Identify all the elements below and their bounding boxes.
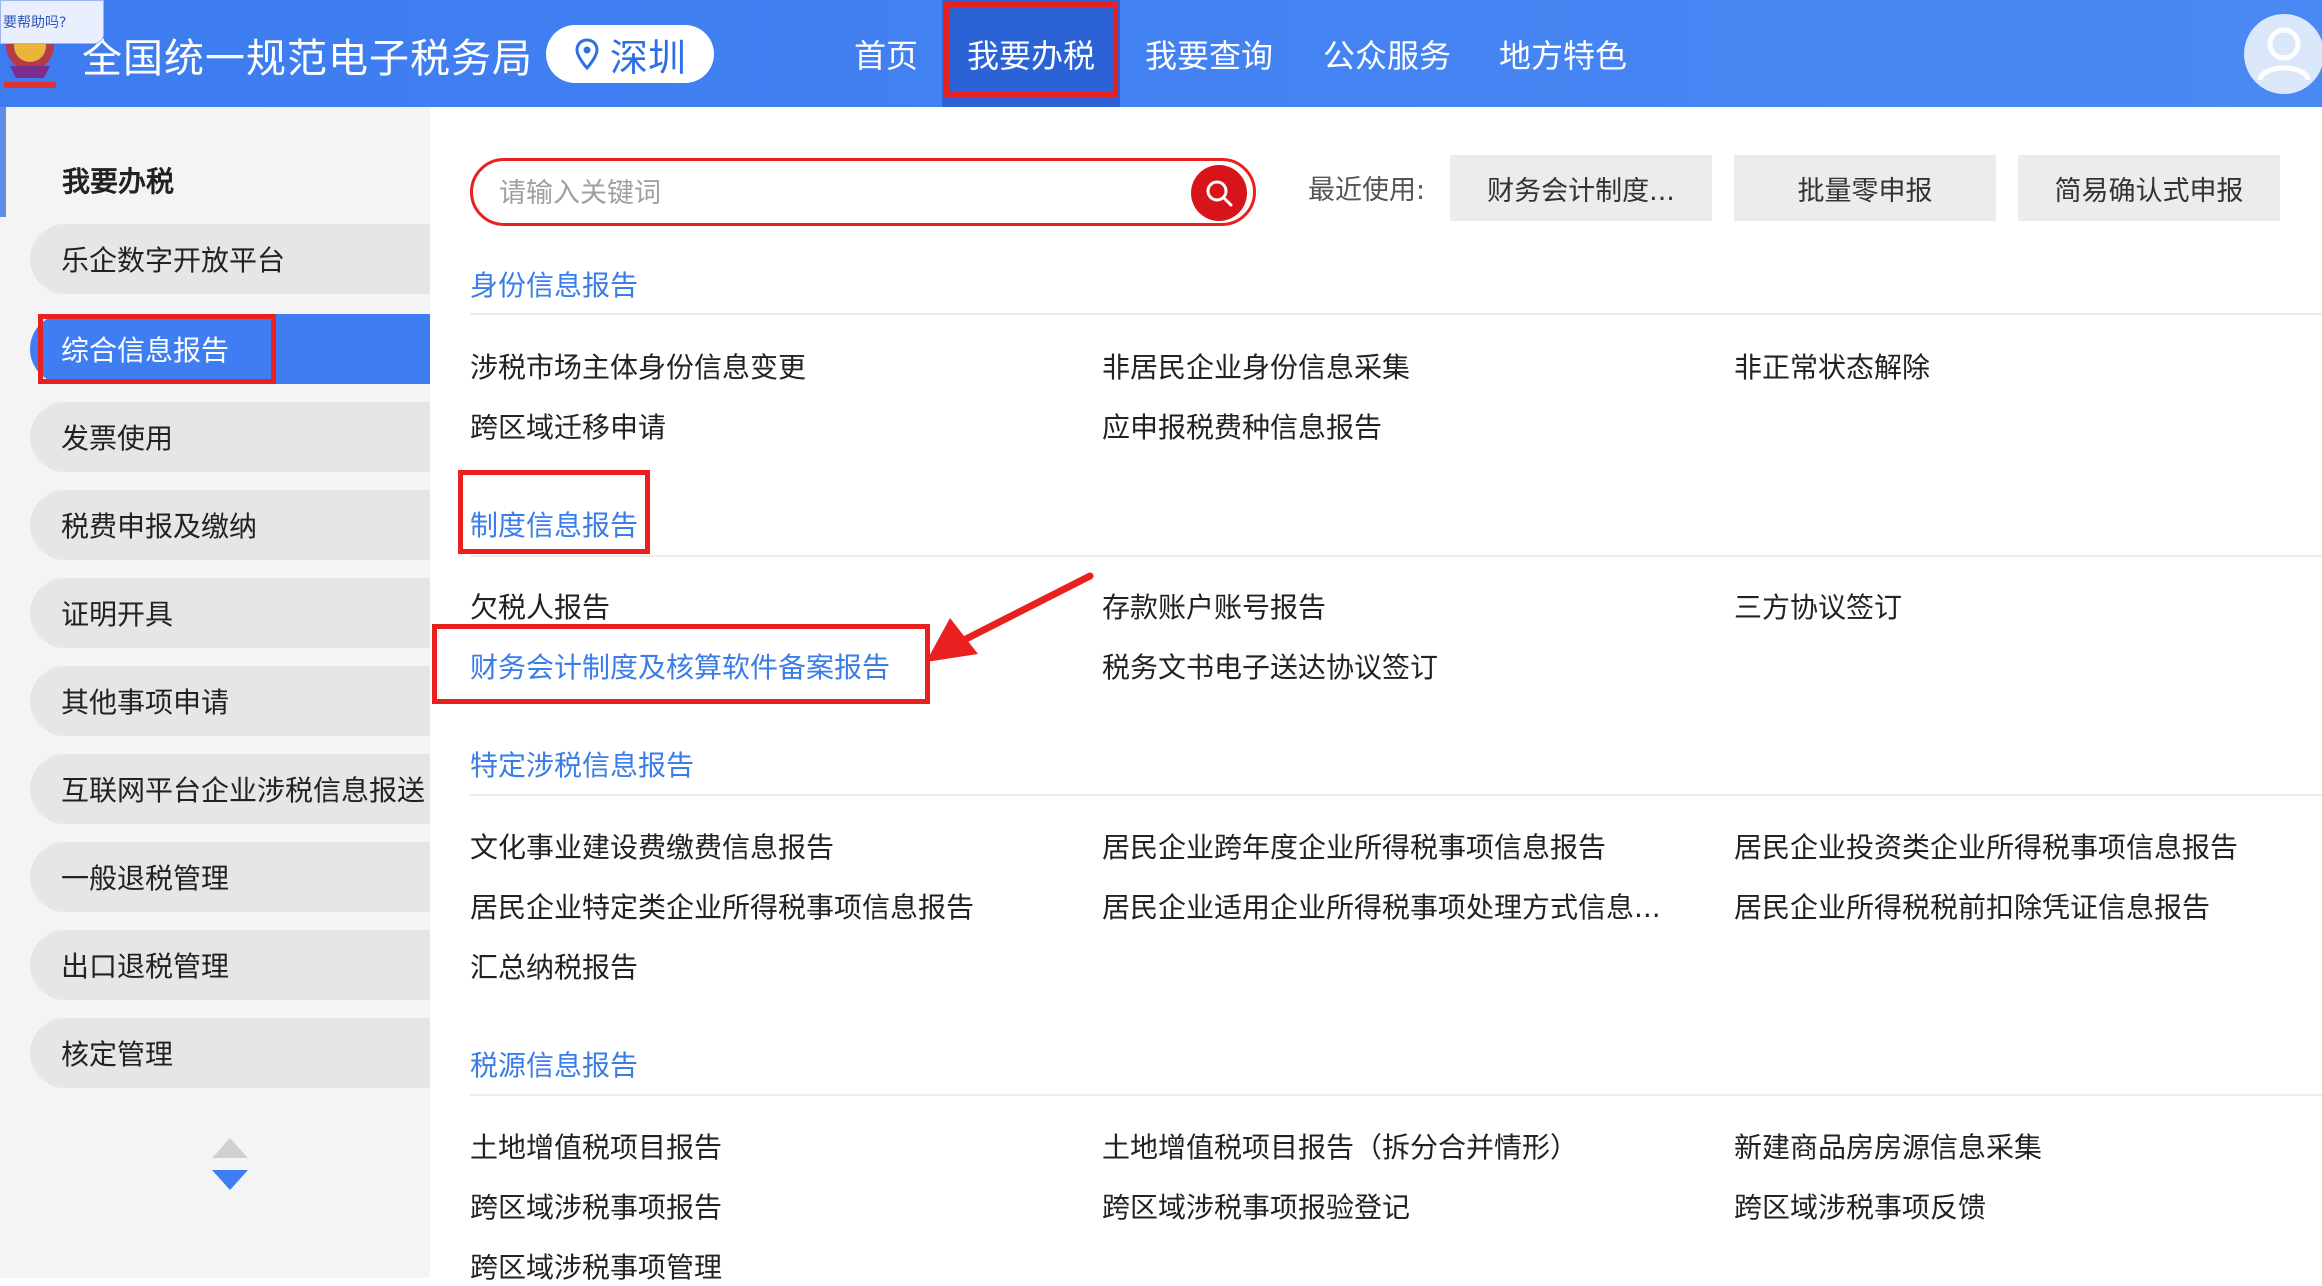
section-divider — [470, 555, 2322, 557]
sidebar-item-export-refund[interactable]: 出口退税管理 — [30, 930, 430, 1000]
link-pre-tax-deduction[interactable]: 居民企业所得税税前扣除凭证信息报告 — [1734, 886, 2210, 926]
sidebar-item-certificate[interactable]: 证明开具 — [30, 578, 430, 648]
link-cross-region-migration[interactable]: 跨区域迁移申请 — [470, 406, 666, 446]
location-pin-icon — [575, 38, 599, 70]
link-cross-year-income-tax[interactable]: 居民企业跨年度企业所得税事项信息报告 — [1102, 826, 1606, 866]
help-tooltip[interactable]: 要帮助吗? — [0, 0, 104, 44]
link-accounting-software-filing[interactable]: 财务会计制度及核算软件备案报告 — [470, 646, 890, 686]
link-tripartite-agreement[interactable]: 三方协议签订 — [1734, 586, 1902, 626]
sidebar-item-comprehensive-report[interactable]: 综合信息报告 — [30, 314, 430, 384]
link-abnormal-status-release[interactable]: 非正常状态解除 — [1734, 346, 1930, 386]
sidebar-edge-bar — [0, 107, 6, 217]
scroll-down-icon — [212, 1170, 248, 1190]
city-name: 深圳 — [609, 35, 686, 80]
search-input[interactable] — [497, 169, 1161, 217]
sidebar-item-other-applications[interactable]: 其他事项申请 — [30, 666, 430, 736]
link-tax-type-report[interactable]: 应申报税费种信息报告 — [1102, 406, 1382, 446]
link-specific-income-tax[interactable]: 居民企业特定类企业所得税事项信息报告 — [470, 886, 974, 926]
nav-local-features[interactable]: 地方特色 — [1488, 0, 1638, 107]
nav-query[interactable]: 我要查询 — [1134, 0, 1284, 107]
link-cross-region-report[interactable]: 跨区域涉税事项报告 — [470, 1186, 722, 1226]
recent-chip-batch-zero[interactable]: 批量零申报 — [1734, 155, 1996, 221]
user-avatar[interactable] — [2244, 14, 2322, 94]
user-icon — [2257, 27, 2311, 81]
search-button[interactable] — [1191, 165, 1247, 221]
section-divider — [470, 313, 2322, 315]
link-cross-region-register[interactable]: 跨区域涉税事项报验登记 — [1102, 1186, 1410, 1226]
link-cross-region-feedback[interactable]: 跨区域涉税事项反馈 — [1734, 1186, 1986, 1226]
sidebar-item-assessment[interactable]: 核定管理 — [30, 1018, 430, 1088]
nav-tax-handling-label: 我要办税 — [966, 36, 1095, 75]
section-divider — [470, 1094, 2322, 1096]
top-header: 全国统一规范电子税务局 深圳 首页 我要办税 我要查询 公众服务 地方特色 — [0, 0, 2322, 107]
sidebar-title: 我要办税 — [62, 165, 175, 198]
search-icon — [1206, 180, 1233, 207]
link-cross-region-management[interactable]: 跨区域涉税事项管理 — [470, 1246, 722, 1286]
city-selector[interactable]: 深圳 — [546, 25, 714, 83]
section-title-system[interactable]: 制度信息报告 — [470, 504, 638, 544]
nav-tax-handling[interactable]: 我要办税 — [942, 0, 1120, 107]
recent-chip-accounting[interactable]: 财务会计制度... — [1450, 155, 1712, 221]
section-title-identity: 身份信息报告 — [470, 269, 639, 302]
link-land-vat-project[interactable]: 土地增值税项目报告 — [470, 1126, 722, 1166]
link-tax-arrears-report[interactable]: 欠税人报告 — [470, 586, 610, 626]
sidebar-item-leqi-platform[interactable]: 乐企数字开放平台 — [30, 224, 430, 294]
nav-public-service[interactable]: 公众服务 — [1312, 0, 1462, 107]
recent-chip-simple-confirm[interactable]: 简易确认式申报 — [2018, 155, 2280, 221]
link-e-delivery-agreement[interactable]: 税务文书电子送达协议签订 — [1102, 646, 1438, 686]
link-income-tax-method[interactable]: 居民企业适用企业所得税事项处理方式信息... — [1102, 886, 1661, 926]
sidebar-item-internet-platform[interactable]: 互联网平台企业涉税信息报送 — [30, 754, 430, 824]
search-bar — [470, 158, 1256, 226]
site-title: 全国统一规范电子税务局 — [82, 36, 533, 82]
link-new-housing-info[interactable]: 新建商品房房源信息采集 — [1734, 1126, 2042, 1166]
sidebar-item-declaration-payment[interactable]: 税费申报及缴纳 — [30, 490, 430, 560]
link-consolidated-tax[interactable]: 汇总纳税报告 — [470, 946, 638, 986]
link-investment-income-tax[interactable]: 居民企业投资类企业所得税事项信息报告 — [1734, 826, 2238, 866]
link-nonresident-identity[interactable]: 非居民企业身份信息采集 — [1102, 346, 1410, 386]
sidebar-item-invoice[interactable]: 发票使用 — [30, 402, 430, 472]
link-bank-account-report[interactable]: 存款账户账号报告 — [1102, 586, 1326, 626]
section-title-specific: 特定涉税信息报告 — [470, 749, 695, 782]
recent-label: 最近使用: — [1308, 175, 1426, 206]
sidebar-scroll-arrows[interactable] — [208, 1136, 252, 1194]
link-cultural-fee-report[interactable]: 文化事业建设费缴费信息报告 — [470, 826, 834, 866]
sidebar-item-general-refund[interactable]: 一般退税管理 — [30, 842, 430, 912]
nav-home[interactable]: 首页 — [844, 0, 928, 107]
scroll-up-icon — [212, 1138, 248, 1158]
annotation-arrow-icon — [926, 572, 1094, 662]
section-divider — [470, 794, 2322, 796]
link-identity-change[interactable]: 涉税市场主体身份信息变更 — [470, 346, 806, 386]
link-land-vat-split-merge[interactable]: 土地增值税项目报告（拆分合并情形） — [1102, 1126, 1578, 1166]
section-title-tax-source: 税源信息报告 — [470, 1049, 639, 1082]
